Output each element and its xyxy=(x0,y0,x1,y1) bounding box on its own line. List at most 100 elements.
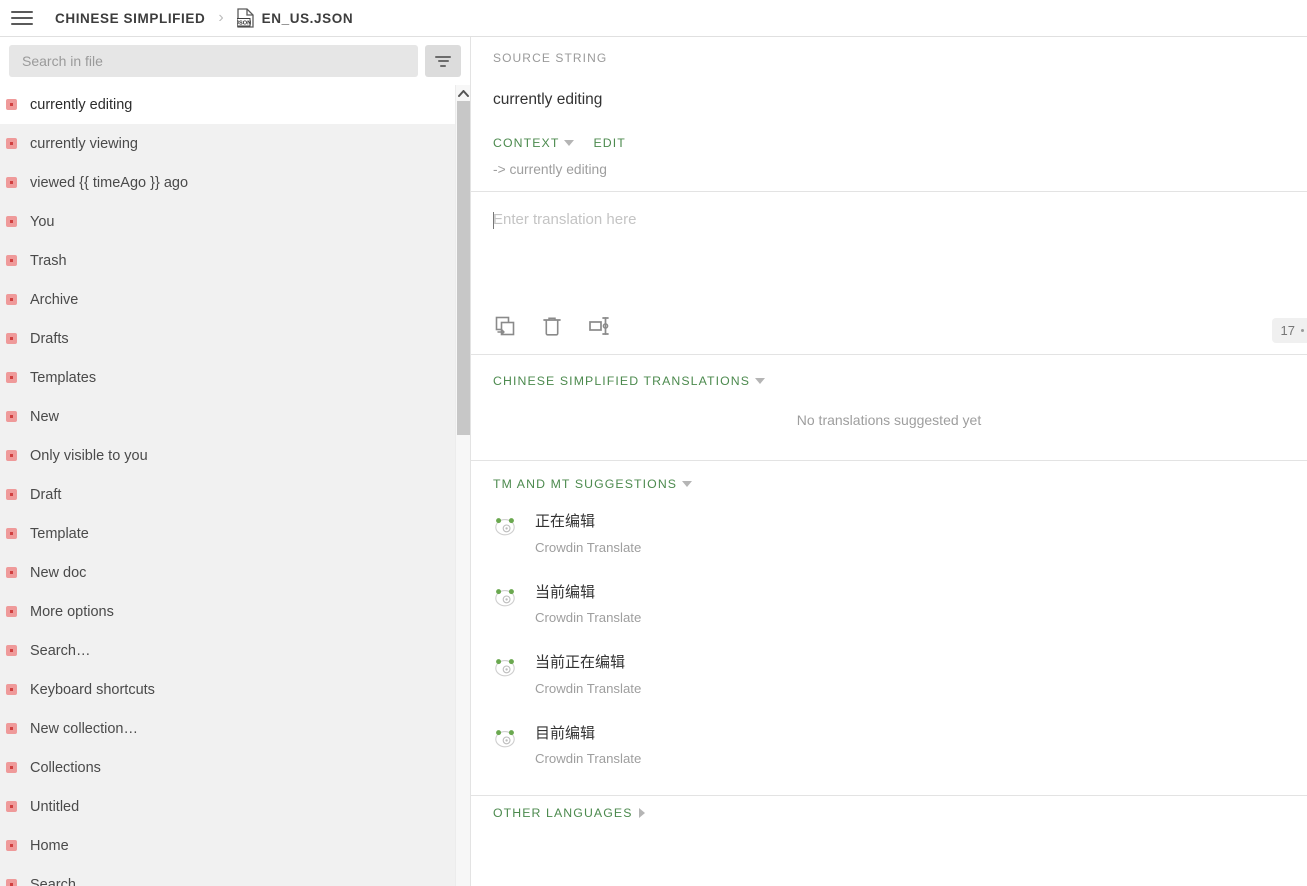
tm-suggestion-item[interactable]: 当前正在编辑 Crowdin Translate xyxy=(493,653,1285,697)
status-untranslated-icon xyxy=(6,99,17,110)
list-item[interactable]: New xyxy=(0,397,470,436)
strings-list[interactable]: currently editing currently viewing viewed… xyxy=(0,85,470,886)
target-translations-toggle[interactable]: CHINESE SIMPLIFIED TRANSLATIONS xyxy=(493,374,766,388)
list-item[interactable]: Archive xyxy=(0,280,470,319)
list-item[interactable]: viewed {{ timeAgo }} ago xyxy=(0,163,470,202)
scrollbar-up-arrow-icon[interactable] xyxy=(456,85,470,101)
list-item[interactable]: Home xyxy=(0,826,470,865)
sidebar-scrollbar[interactable] xyxy=(455,85,470,886)
status-untranslated-icon xyxy=(6,255,17,266)
breadcrumb-file-label: EN_US.JSON xyxy=(261,10,354,26)
list-item-label: Templates xyxy=(30,369,97,386)
text-caret xyxy=(493,212,494,229)
status-untranslated-icon xyxy=(6,216,17,227)
edit-context-button[interactable]: EDIT xyxy=(593,136,625,150)
other-languages-toggle[interactable]: OTHER LANGUAGES xyxy=(493,806,645,820)
list-item[interactable]: Search xyxy=(0,865,470,886)
scrollbar-thumb[interactable] xyxy=(457,101,470,435)
status-untranslated-icon xyxy=(6,138,17,149)
trash-icon[interactable] xyxy=(540,314,564,338)
list-item[interactable]: currently editing xyxy=(0,85,470,124)
filter-icon xyxy=(435,55,451,67)
list-item[interactable]: Trash xyxy=(0,241,470,280)
tm-suggestion-item[interactable]: 目前编辑 Crowdin Translate xyxy=(493,724,1285,768)
status-untranslated-icon xyxy=(6,684,17,695)
breadcrumb-file[interactable]: JSON EN_US.JSON xyxy=(236,8,354,28)
tm-suggestion-item[interactable]: 当前编辑 Crowdin Translate xyxy=(493,583,1285,627)
chevron-right-icon xyxy=(638,808,645,819)
translation-input-area: 17 xyxy=(471,192,1307,355)
counter-separator-icon xyxy=(1301,329,1304,332)
status-untranslated-icon xyxy=(6,294,17,305)
list-item-label: Search… xyxy=(30,642,91,659)
hamburger-icon[interactable] xyxy=(11,7,33,29)
list-item-label: New collection… xyxy=(30,720,138,737)
search-input[interactable] xyxy=(9,45,418,77)
breadcrumb-language[interactable]: CHINESE SIMPLIFIED xyxy=(55,11,205,26)
status-untranslated-icon xyxy=(6,528,17,539)
list-item[interactable]: Keyboard shortcuts xyxy=(0,670,470,709)
list-item[interactable]: More options xyxy=(0,592,470,631)
svg-text:JSON: JSON xyxy=(237,21,251,27)
list-item[interactable]: Draft xyxy=(0,475,470,514)
tm-suggestion-source: Crowdin Translate xyxy=(535,539,642,555)
list-item-label: You xyxy=(30,213,55,230)
status-untranslated-icon xyxy=(6,801,17,812)
other-languages-title: OTHER LANGUAGES xyxy=(493,805,633,820)
tm-suggestions-list: 正在编辑 Crowdin Translate 当前编辑 Crowdin Transla… xyxy=(493,512,1285,768)
status-untranslated-icon xyxy=(6,333,17,344)
list-item[interactable]: Template xyxy=(0,514,470,553)
strings-sidebar: currently editing currently viewing viewed… xyxy=(0,37,470,886)
list-item-label: New doc xyxy=(30,564,87,581)
tm-suggestion-target: 目前编辑 xyxy=(535,724,596,742)
main-body: currently editing currently viewing viewed… xyxy=(0,37,1307,886)
crowdin-logo-icon xyxy=(493,514,517,538)
list-item-label: New xyxy=(30,408,60,425)
list-item-label: Draft xyxy=(30,486,62,503)
filter-button[interactable] xyxy=(425,45,461,77)
list-item-label: Search xyxy=(30,876,76,886)
list-item[interactable]: Untitled xyxy=(0,787,470,826)
list-item-label: Home xyxy=(30,837,69,854)
tm-suggestion-source: Crowdin Translate xyxy=(535,751,642,767)
context-label: CONTEXT xyxy=(493,136,560,150)
tm-suggestions-toggle[interactable]: TM AND MT SUGGESTIONS xyxy=(493,477,693,491)
list-item[interactable]: Only visible to you xyxy=(0,436,470,475)
list-item[interactable]: Search… xyxy=(0,631,470,670)
chevron-down-icon xyxy=(682,481,693,488)
translation-toolbar xyxy=(493,314,611,338)
tm-suggestion-target: 当前编辑 xyxy=(535,583,596,601)
chevron-down-icon xyxy=(755,378,766,385)
status-untranslated-icon xyxy=(6,177,17,188)
list-item-label: currently editing xyxy=(30,96,133,113)
breadcrumb-separator-icon: › xyxy=(218,9,224,26)
context-toggle[interactable]: CONTEXT xyxy=(493,136,575,150)
list-item[interactable]: currently viewing xyxy=(0,124,470,163)
tm-suggestion-source: Crowdin Translate xyxy=(535,680,642,696)
list-item[interactable]: Templates xyxy=(0,358,470,397)
status-untranslated-icon xyxy=(6,723,17,734)
list-item[interactable]: New collection… xyxy=(0,709,470,748)
list-item[interactable]: New doc xyxy=(0,553,470,592)
crowdin-logo-icon xyxy=(493,726,517,750)
context-value: -> currently editing xyxy=(493,162,607,177)
source-string-section: SOURCE STRING currently editing CONTEXT … xyxy=(471,37,1307,192)
source-string-text: currently editing xyxy=(493,91,603,108)
tm-mt-suggestions-section: TM AND MT SUGGESTIONS 正在编辑 Crowdin Transl… xyxy=(471,461,1307,796)
list-item-label: Template xyxy=(30,525,89,542)
list-item[interactable]: Collections xyxy=(0,748,470,787)
target-translations-section: CHINESE SIMPLIFIED TRANSLATIONS No trans… xyxy=(471,355,1307,461)
tm-suggestion-target: 当前正在编辑 xyxy=(535,654,626,672)
tm-suggestion-item[interactable]: 正在编辑 Crowdin Translate xyxy=(493,512,1285,556)
list-item[interactable]: You xyxy=(0,202,470,241)
target-translations-title: CHINESE SIMPLIFIED TRANSLATIONS xyxy=(493,374,751,388)
list-item[interactable]: Drafts xyxy=(0,319,470,358)
copy-source-icon[interactable] xyxy=(493,314,517,338)
status-untranslated-icon xyxy=(6,489,17,500)
json-file-icon: JSON xyxy=(236,8,254,28)
status-untranslated-icon xyxy=(6,567,17,578)
list-item-label: currently viewing xyxy=(30,135,138,152)
tag-icon[interactable] xyxy=(587,314,611,338)
crowdin-editor-app: CHINESE SIMPLIFIED › JSON EN_US.JSON Sea… xyxy=(0,0,1307,886)
translation-input[interactable] xyxy=(493,210,1285,290)
